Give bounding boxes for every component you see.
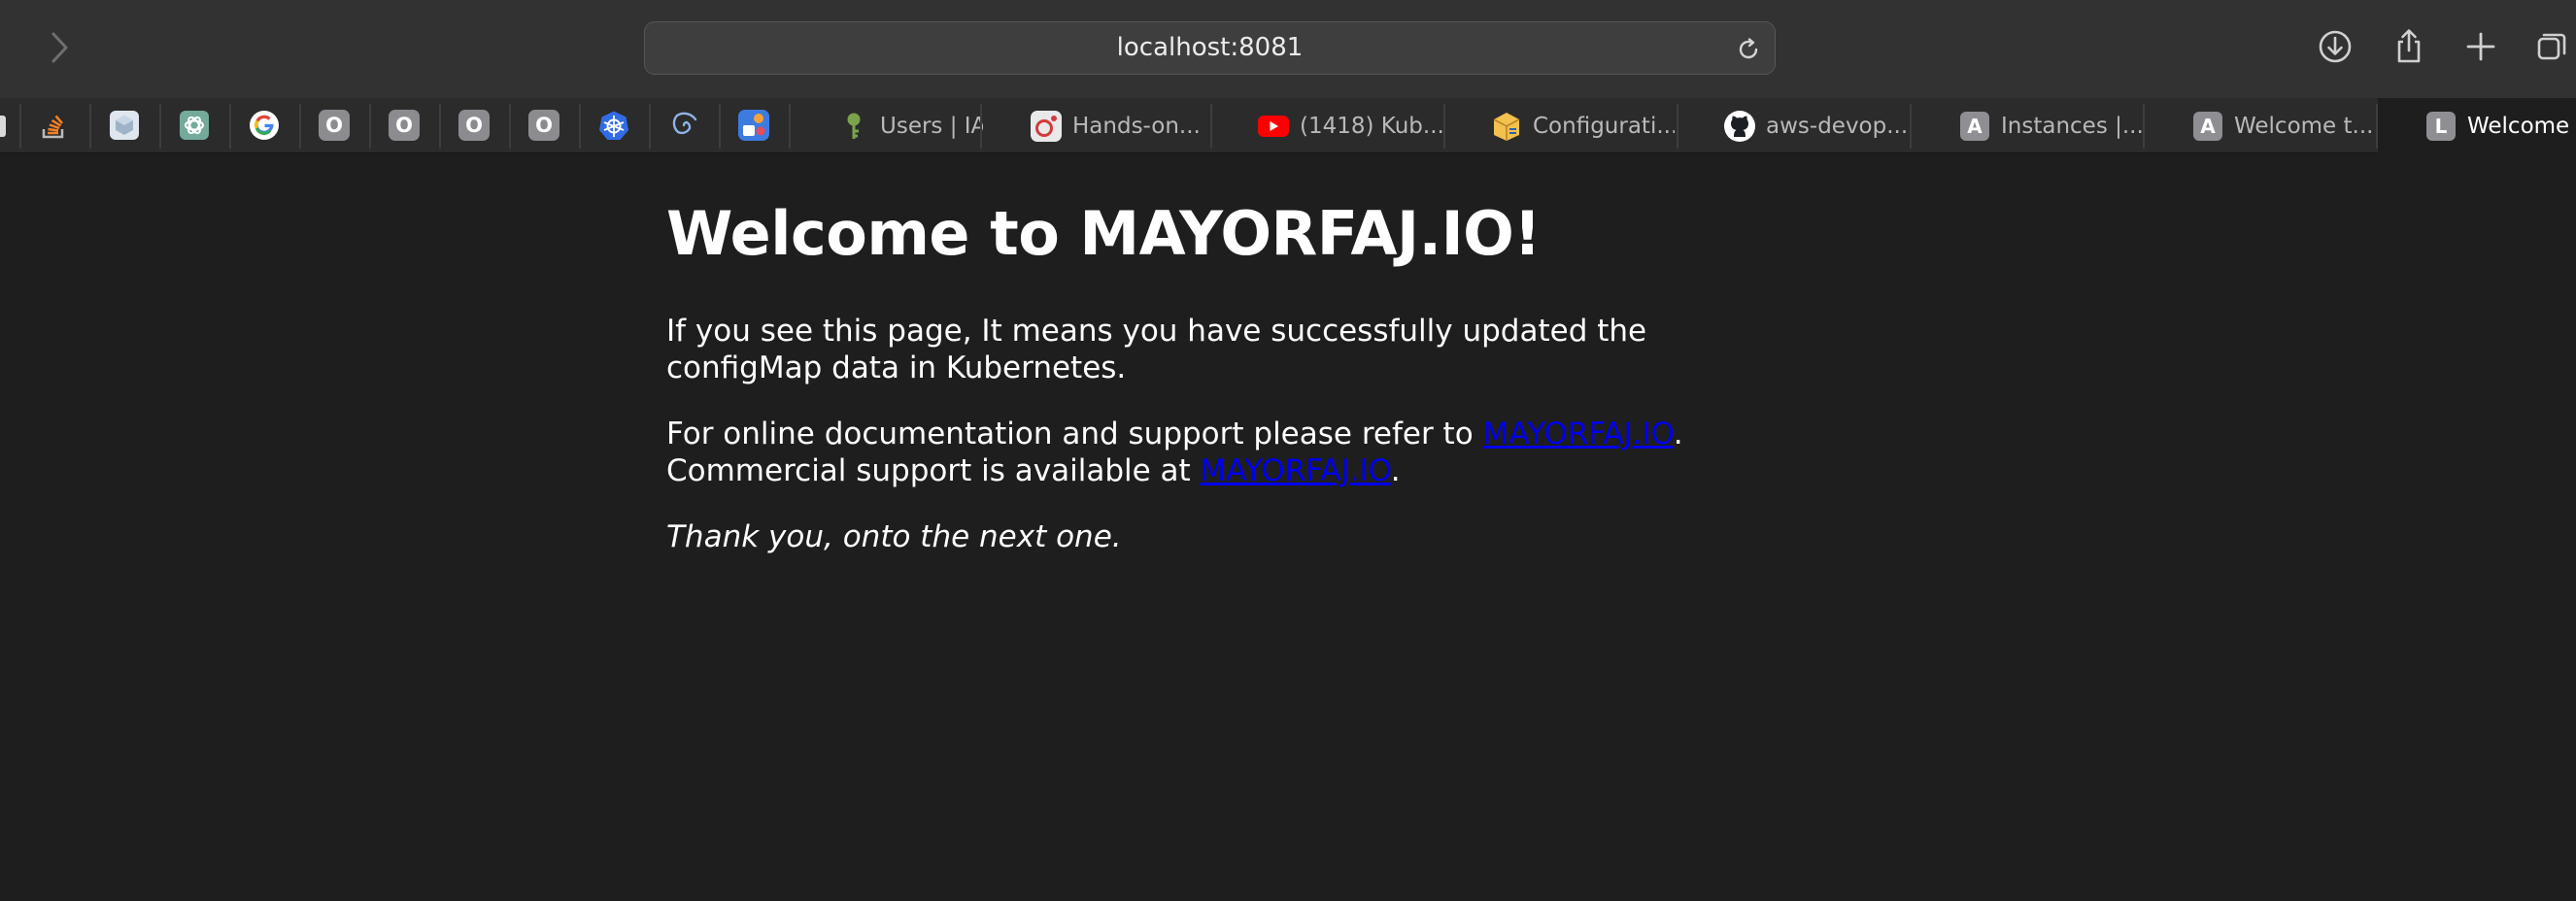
tab-3[interactable]: (1418) Kub... bbox=[1257, 98, 1446, 153]
tab-title: Hands-on... bbox=[1072, 113, 1201, 139]
url-text[interactable]: localhost:8081 bbox=[645, 22, 1775, 76]
tab-divider bbox=[19, 104, 21, 149]
tab-title: (1418) Kub... bbox=[1300, 113, 1444, 139]
udemy-icon bbox=[1031, 110, 1062, 142]
tab-divider bbox=[159, 104, 161, 149]
tab-divider bbox=[649, 104, 651, 149]
download-icon[interactable] bbox=[2314, 25, 2356, 68]
pinned-tab-9[interactable] bbox=[596, 108, 631, 143]
tab-divider bbox=[579, 104, 581, 149]
tab-6[interactable]: A Instances |... bbox=[1958, 98, 2143, 153]
stackoverflow-icon bbox=[42, 115, 64, 139]
tab-title: Instances |... bbox=[2001, 113, 2143, 139]
pinned-tab-8[interactable]: O bbox=[526, 108, 561, 143]
tab-5[interactable]: aws-devop... bbox=[1723, 98, 1913, 153]
tab-divider bbox=[2143, 104, 2145, 149]
new-tab-icon[interactable] bbox=[2459, 25, 2502, 68]
support-paragraph: For online documentation and support ple… bbox=[666, 417, 1683, 488]
tab-title: aws-devop... bbox=[1766, 113, 1909, 139]
tab-title: Users | IA... bbox=[880, 113, 983, 139]
key-icon bbox=[847, 113, 861, 139]
chevron-right-icon bbox=[51, 32, 68, 63]
tab-divider bbox=[369, 104, 371, 149]
youtube-icon bbox=[1258, 115, 1289, 137]
cube-app-icon bbox=[110, 111, 139, 140]
tab-overview-icon[interactable] bbox=[2529, 25, 2572, 68]
tab-2[interactable]: Hands-on... bbox=[1030, 98, 1204, 153]
intro-paragraph: If you see this page, It means you have … bbox=[666, 314, 1647, 385]
pinned-tab-2[interactable] bbox=[107, 108, 142, 143]
pinned-tab-7[interactable]: O bbox=[457, 108, 491, 143]
pinned-tab-5[interactable]: O bbox=[317, 108, 352, 143]
tab-divider bbox=[1677, 104, 1678, 149]
tab-bar: O O O O Users | IA Hands-on... (1418) Ku… bbox=[0, 98, 2576, 153]
app-icon bbox=[738, 110, 769, 141]
tab-divider bbox=[1910, 104, 1912, 149]
letter-o-icon: O bbox=[319, 110, 350, 141]
browser-toolbar: localhost:8081 bbox=[0, 0, 2576, 98]
closing-text: Thank you, onto the next one. bbox=[666, 519, 1122, 554]
letter-a-icon: A bbox=[2193, 111, 2222, 141]
partial-tab-icon bbox=[0, 116, 6, 137]
page-heading: Welcome to MAYORFAJ.IO! bbox=[666, 198, 1542, 269]
letter-o-icon: O bbox=[458, 110, 490, 141]
tab-title: Configurati... bbox=[1533, 113, 1675, 139]
reload-icon[interactable] bbox=[1734, 35, 1763, 64]
github-icon bbox=[1724, 110, 1755, 142]
pinned-tab-3[interactable] bbox=[177, 108, 212, 143]
page-content: Welcome to MAYORFAJ.IO! If you see this … bbox=[666, 194, 1754, 555]
documentation-link[interactable]: MAYORFAJ.IO bbox=[1483, 417, 1674, 451]
tab-divider bbox=[789, 104, 791, 149]
chatgpt-icon bbox=[180, 111, 209, 140]
tab-divider bbox=[89, 104, 91, 149]
tab-divider bbox=[509, 104, 511, 149]
spiral-icon bbox=[672, 112, 697, 135]
tab-divider bbox=[229, 104, 231, 149]
box-icon bbox=[1493, 112, 1520, 141]
pinned-tab-10[interactable] bbox=[666, 108, 701, 143]
tab-divider bbox=[1210, 104, 1212, 149]
tab-divider bbox=[439, 104, 441, 149]
google-icon bbox=[250, 111, 279, 140]
tab-divider bbox=[299, 104, 301, 149]
pinned-tab-1[interactable] bbox=[37, 108, 72, 143]
letter-o-icon: O bbox=[389, 110, 420, 141]
letter-a-icon: A bbox=[1960, 111, 1989, 141]
pinned-tab-11[interactable] bbox=[736, 108, 771, 143]
pinned-tab-6[interactable]: O bbox=[387, 108, 422, 143]
share-icon[interactable] bbox=[2388, 25, 2430, 68]
tab-active[interactable]: L Welcome t... bbox=[2378, 98, 2576, 153]
letter-o-icon: O bbox=[528, 110, 559, 141]
address-bar[interactable]: localhost:8081 bbox=[644, 21, 1776, 75]
pinned-tab-4[interactable] bbox=[247, 108, 282, 143]
tab-divider bbox=[719, 104, 721, 149]
kubernetes-icon bbox=[599, 111, 628, 140]
tab-title: Welcome t... bbox=[2234, 113, 2374, 139]
letter-l-icon: L bbox=[2426, 111, 2456, 141]
tab-1[interactable]: Users | IA... bbox=[837, 98, 983, 153]
tab-divider bbox=[980, 104, 982, 149]
forward-button[interactable] bbox=[43, 27, 78, 68]
tab-7[interactable]: A Welcome t... bbox=[2191, 98, 2376, 153]
tab-4[interactable]: Configurati... bbox=[1490, 98, 1675, 153]
commercial-support-link[interactable]: MAYORFAJ.IO bbox=[1201, 453, 1391, 488]
tab-title: Welcome t... bbox=[2467, 113, 2576, 139]
tab-divider bbox=[1443, 104, 1445, 149]
